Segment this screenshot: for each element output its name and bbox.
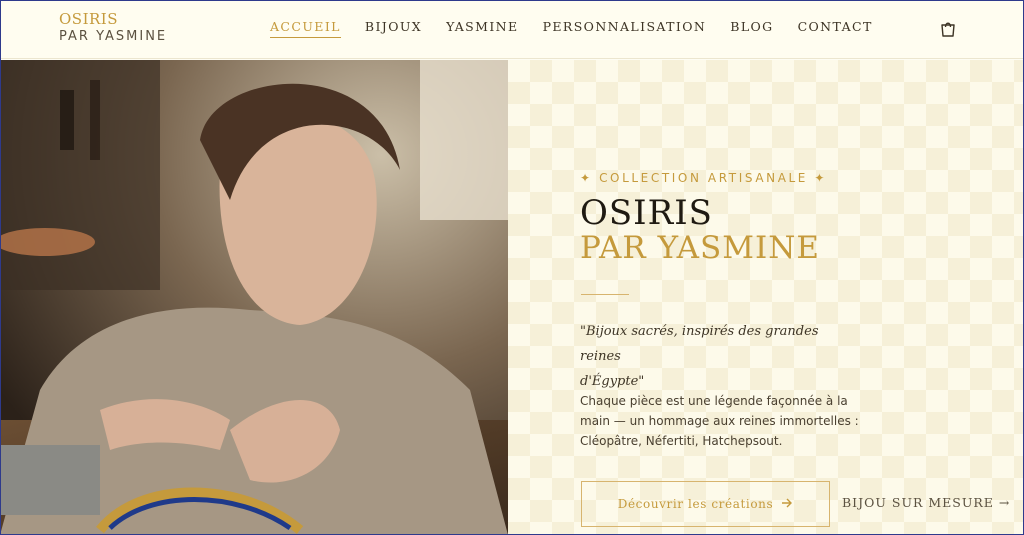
main-nav: ACCUEIL BIJOUX YASMINE PERSONNALISATION … bbox=[270, 19, 897, 38]
nav-item-blog[interactable]: BLOG bbox=[730, 19, 773, 38]
hero-title-line1: OSIRIS bbox=[580, 193, 713, 233]
discover-creations-button[interactable]: Découvrir les créations bbox=[581, 481, 830, 527]
site-header: OSIRIS PAR YASMINE ACCUEIL BIJOUX YASMIN… bbox=[0, 0, 1024, 59]
brand-logo[interactable]: OSIRIS PAR YASMINE bbox=[59, 10, 168, 44]
discover-creations-label: Découvrir les créations bbox=[617, 497, 774, 511]
brand-name-line2: PAR YASMINE bbox=[59, 29, 168, 44]
brand-name-line1: OSIRIS bbox=[59, 10, 118, 28]
collection-tagline: ✦ COLLECTION ARTISANALE ✦ bbox=[580, 171, 828, 185]
hero-title-line2: PAR YASMINE bbox=[580, 230, 821, 266]
hero-description: Chaque pièce est une légende façonnée à … bbox=[580, 394, 859, 448]
arrow-right-icon bbox=[781, 497, 793, 511]
hero-content-panel: ✦ COLLECTION ARTISANALE ✦ OSIRIS PAR YAS… bbox=[508, 60, 1024, 535]
nav-item-yasmine[interactable]: YASMINE bbox=[446, 19, 518, 38]
title-divider bbox=[581, 294, 629, 295]
hero-photo-artisan bbox=[0, 60, 508, 535]
custom-jewel-link[interactable]: BIJOU SUR MESURE → bbox=[842, 495, 1010, 510]
nav-item-accueil[interactable]: ACCUEIL bbox=[270, 19, 341, 38]
hero-quote: "Bijoux sacrés, inspirés des grandes rei… bbox=[580, 319, 840, 394]
hero-quote-line2: d'Égypte" bbox=[580, 374, 645, 389]
nav-item-contact[interactable]: CONTACT bbox=[798, 19, 873, 38]
nav-item-personnalisation[interactable]: PERSONNALISATION bbox=[543, 19, 707, 38]
shopping-bag-icon[interactable] bbox=[938, 19, 958, 39]
nav-item-bijoux[interactable]: BIJOUX bbox=[365, 19, 422, 38]
hero-quote-line1: "Bijoux sacrés, inspirés des grandes rei… bbox=[580, 324, 819, 364]
